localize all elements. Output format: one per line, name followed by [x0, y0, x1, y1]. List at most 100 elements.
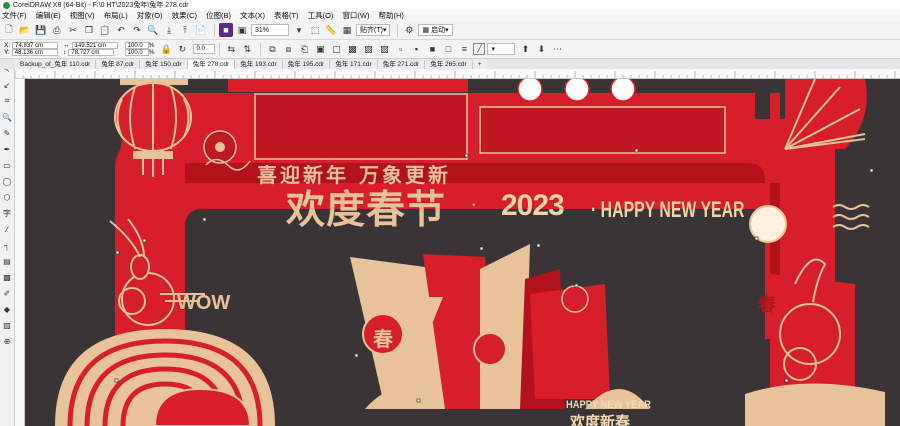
- tab-document[interactable]: 兔年 171.cdr: [330, 60, 378, 69]
- shape-tool-icon[interactable]: ↙: [1, 79, 13, 91]
- full-screen-preview-icon[interactable]: ⬚: [308, 23, 322, 37]
- tab-document[interactable]: 兔年 193.cdr: [235, 60, 283, 69]
- freehand-tool-icon[interactable]: ✎: [1, 127, 13, 139]
- menu-edit[interactable]: 编辑(E): [36, 10, 61, 21]
- menu-window[interactable]: 窗口(W): [342, 10, 369, 21]
- drop-shadow-tool-icon[interactable]: ▤: [1, 255, 13, 267]
- top-banner-strip[interactable]: [228, 79, 468, 92]
- outline-icon[interactable]: ╱: [473, 43, 486, 55]
- break-apart-icon[interactable]: ▢: [329, 42, 343, 56]
- mirror-horizontal-icon[interactable]: ⇆: [224, 42, 238, 56]
- create-boundary-icon[interactable]: □: [441, 42, 455, 56]
- tab-document[interactable]: 兔年 271.cdr: [377, 60, 426, 69]
- add-tab-icon[interactable]: +: [472, 60, 487, 69]
- search-content-icon[interactable]: 🔍: [146, 23, 160, 37]
- main-title-text[interactable]: 欢度春节: [261, 174, 471, 239]
- menu-tools[interactable]: 工具(O): [308, 10, 334, 21]
- copy-icon[interactable]: ❐: [82, 23, 96, 37]
- zoom-dropdown-arrow-icon[interactable]: ▾: [292, 23, 306, 37]
- outline-width-dropdown[interactable]: ▾: [487, 43, 516, 55]
- rectangle-tool-icon[interactable]: ▭: [1, 159, 13, 171]
- eyedropper-tool-icon[interactable]: ✐: [1, 287, 13, 299]
- vertical-ruler[interactable]: [15, 79, 25, 426]
- redo-icon[interactable]: ↷: [130, 23, 144, 37]
- add-tool-icon[interactable]: ⊕: [1, 335, 13, 347]
- menu-view[interactable]: 视图(V): [70, 10, 95, 21]
- group-icon[interactable]: ⧉: [265, 42, 279, 56]
- cut-icon[interactable]: ✂: [66, 23, 80, 37]
- back-minus-front-icon[interactable]: ■: [425, 42, 439, 56]
- quick-customize-icon[interactable]: ⋯: [550, 42, 564, 56]
- undo-icon[interactable]: ↶: [114, 23, 128, 37]
- folding-fan-icon[interactable]: [784, 79, 867, 150]
- happy-new-year-text[interactable]: · HAPPY NEW YEAR: [591, 197, 744, 223]
- menu-bitmaps[interactable]: 位图(B): [206, 10, 231, 21]
- year-text[interactable]: 2023: [501, 189, 565, 223]
- grid-icon[interactable]: ▦: [340, 23, 354, 37]
- export-icon[interactable]: ⤒: [178, 23, 192, 37]
- rotation-angle-input[interactable]: 0.0: [193, 44, 216, 54]
- chun-character-right[interactable]: 春: [758, 291, 776, 317]
- small-chinese-text[interactable]: 欢度新春: [570, 411, 630, 426]
- to-front-icon[interactable]: ⬆: [518, 42, 532, 56]
- open-folder-icon[interactable]: 📂: [18, 23, 32, 37]
- to-back-icon[interactable]: ⬇: [534, 42, 548, 56]
- front-minus-back-icon[interactable]: ▪: [409, 42, 423, 56]
- crop-tool-icon[interactable]: ⌗: [1, 95, 13, 107]
- menu-text[interactable]: 文本(X): [240, 10, 265, 21]
- options-gear-icon[interactable]: ⚙: [402, 23, 416, 37]
- artistic-media-tool-icon[interactable]: ✒: [1, 143, 13, 155]
- menu-object[interactable]: 对象(O): [137, 10, 163, 21]
- save-icon[interactable]: 💾: [34, 23, 48, 37]
- drawing-canvas[interactable]: × 喜迎新年 万象更新 欢度春节 2023 · HAPPY NEW YEAR W…: [25, 79, 900, 426]
- menu-effects[interactable]: 效果(C): [172, 10, 197, 21]
- lock-ratio-icon[interactable]: 🔒: [159, 42, 173, 56]
- menu-file[interactable]: 文件(F): [2, 10, 27, 21]
- tab-document-active[interactable]: 兔年 278.cdr: [187, 60, 236, 69]
- rotation-icon[interactable]: ↻: [175, 42, 189, 56]
- ungroup-icon[interactable]: ⧈: [281, 42, 295, 56]
- tab-document[interactable]: Backup_of_兔年 110.cdr: [15, 60, 97, 69]
- x-position-input[interactable]: 74.837 cm: [12, 41, 59, 49]
- wow-text[interactable]: WOW: [177, 292, 230, 315]
- combine-icon[interactable]: ▣: [313, 42, 327, 56]
- polygon-tool-icon[interactable]: ⬡: [1, 191, 13, 203]
- tab-document[interactable]: 兔年 150.cdr: [140, 60, 188, 69]
- corel-connect-icon[interactable]: ■: [219, 23, 233, 37]
- simplify-icon[interactable]: ▫: [393, 42, 407, 56]
- menu-table[interactable]: 表格(T): [274, 10, 299, 21]
- ungroup-all-icon[interactable]: ⎗: [297, 42, 311, 56]
- zoom-level-dropdown[interactable]: 31%: [251, 24, 289, 36]
- intersect-icon[interactable]: ▨: [377, 42, 391, 56]
- connector-tool-icon[interactable]: ┐: [1, 239, 13, 251]
- title-panel[interactable]: [254, 93, 468, 160]
- paste-icon[interactable]: 📋: [98, 23, 112, 37]
- scale-height-input[interactable]: 100.0: [124, 49, 149, 57]
- print-icon[interactable]: ⎙: [50, 23, 64, 37]
- text-tool-icon[interactable]: 字: [1, 207, 13, 219]
- parallel-dimension-tool-icon[interactable]: ∕: [1, 223, 13, 235]
- year-panel[interactable]: [479, 106, 726, 154]
- menu-layout[interactable]: 布局(L): [104, 10, 128, 21]
- chun-character-center[interactable]: 春: [373, 323, 393, 352]
- horizontal-ruler[interactable]: [15, 69, 900, 79]
- rulers-icon[interactable]: 📏: [324, 23, 338, 37]
- weld-icon[interactable]: ▩: [345, 42, 359, 56]
- publish-pdf-icon[interactable]: 📄: [194, 23, 208, 37]
- new-document-icon[interactable]: 🗋: [2, 23, 16, 37]
- interactive-fill-tool-icon[interactable]: ◆: [1, 303, 13, 315]
- scale-width-input[interactable]: 100.0: [124, 41, 149, 49]
- height-input[interactable]: 78.727 cm: [68, 49, 115, 57]
- chun-seal-right[interactable]: [749, 205, 787, 243]
- full-screen-icon[interactable]: ▣: [235, 23, 249, 37]
- small-happy-new-year-text[interactable]: HAPPY NEW YEAR: [566, 399, 651, 411]
- trim-icon[interactable]: ▧: [361, 42, 375, 56]
- width-input[interactable]: 149.521 cm: [71, 41, 118, 49]
- launch-dropdown[interactable]: ▦ 启动 ▾: [418, 24, 453, 36]
- y-position-input[interactable]: 48.136 cm: [11, 49, 58, 57]
- tab-document[interactable]: 兔年 265.cdr: [425, 60, 473, 69]
- transparency-tool-icon[interactable]: ▩: [1, 271, 13, 283]
- tab-document[interactable]: 兔年 195.cdr: [282, 60, 331, 69]
- smart-fill-tool-icon[interactable]: ▨: [1, 319, 13, 331]
- menu-help[interactable]: 帮助(H): [379, 10, 404, 21]
